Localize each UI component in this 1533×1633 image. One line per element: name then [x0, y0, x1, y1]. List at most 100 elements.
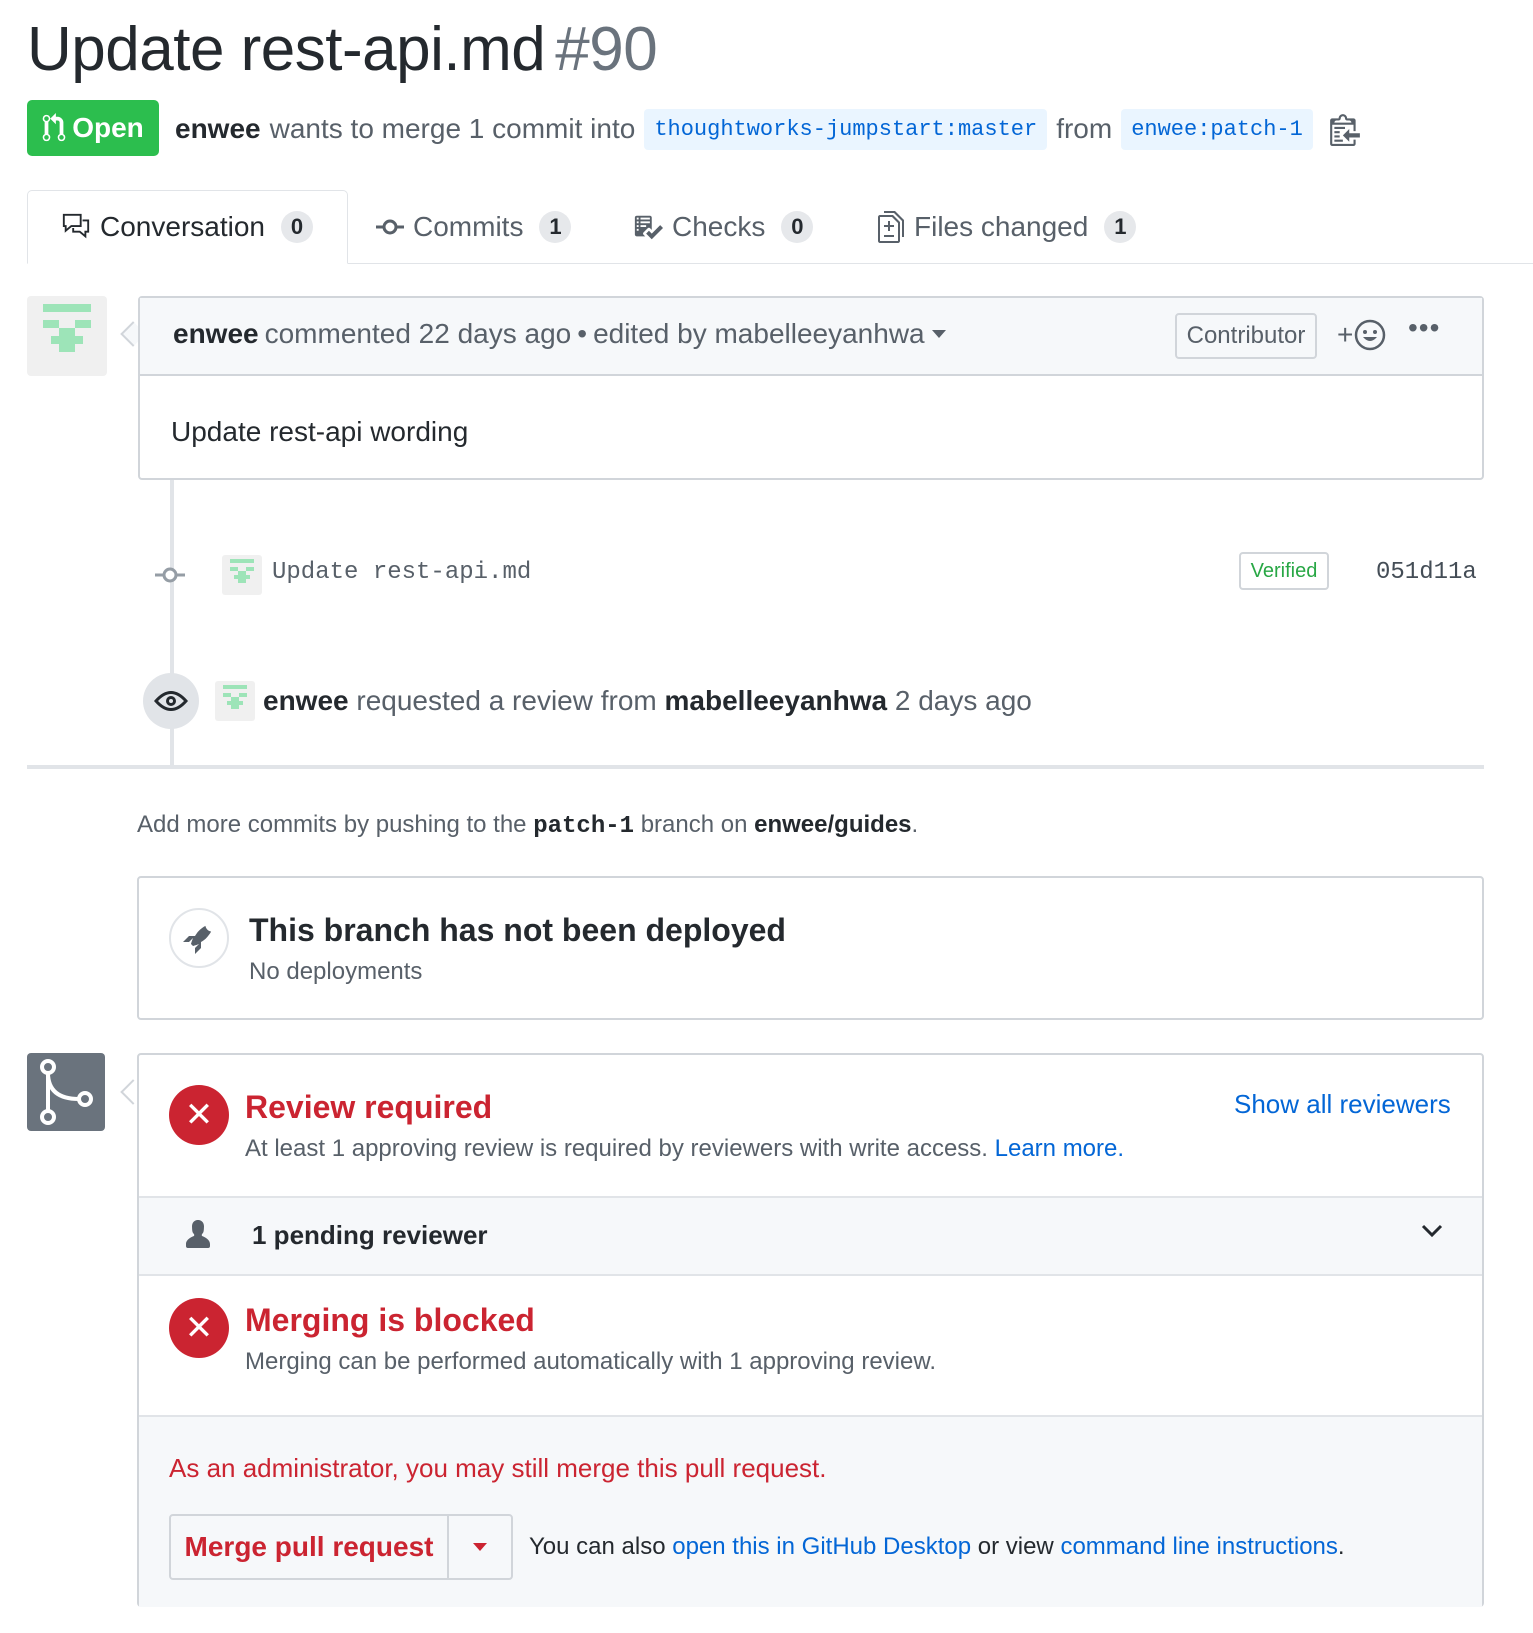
- merge-box: ✕ Review required At least 1 approving r…: [137, 1053, 1484, 1607]
- pr-title-text: Update rest-api.md: [27, 15, 546, 84]
- triangle-down-icon[interactable]: [931, 329, 947, 339]
- kebab-horizontal-icon[interactable]: •••: [1408, 312, 1440, 344]
- comment-card: enwee commented 22 days ago • edited by …: [138, 296, 1484, 480]
- comment-discussion-icon: [62, 213, 90, 239]
- comment-meta: enwee commented 22 days ago • edited by …: [173, 318, 947, 350]
- commit-message-link[interactable]: Update rest-api.md: [272, 559, 531, 586]
- pending-reviewers-toggle[interactable]: 1 pending reviewer: [139, 1198, 1482, 1274]
- avatar[interactable]: [27, 296, 107, 376]
- push-hint-prefix: Add more commits by pushing to the: [137, 811, 527, 838]
- git-commit-icon: [376, 219, 404, 235]
- diff-icon: [878, 211, 904, 243]
- merge-status-badge: [27, 1053, 105, 1131]
- clippy-icon[interactable]: [1329, 112, 1360, 146]
- git-commit-icon: [155, 567, 185, 583]
- tab-checks[interactable]: Checks 0: [632, 190, 814, 264]
- identicon: [230, 559, 254, 583]
- merge-actions: As an administrator, you may still merge…: [139, 1417, 1482, 1607]
- tab-commits-count: 1: [539, 211, 572, 243]
- tab-files-changed[interactable]: Files changed 1: [878, 190, 1137, 264]
- review-target-link[interactable]: mabelleeyanhwa: [665, 685, 888, 716]
- tab-commits[interactable]: Commits 1: [375, 190, 572, 264]
- pr-author-link[interactable]: enwee: [175, 113, 261, 145]
- git-pull-request-icon: [42, 113, 66, 142]
- comment-separator: •: [577, 318, 588, 349]
- person-icon: [186, 1220, 210, 1248]
- review-required-title: Review required: [245, 1089, 493, 1125]
- show-all-reviewers-link[interactable]: Show all reviewers: [1234, 1089, 1451, 1120]
- chevron-down-icon[interactable]: [1421, 1224, 1443, 1238]
- from-text: from: [1056, 113, 1113, 144]
- merge-button-group: Merge pull request: [169, 1514, 513, 1580]
- merge-divider: [139, 1274, 1482, 1276]
- reaction-plus: +: [1337, 319, 1354, 350]
- admin-note: As an administrator, you may still merge…: [169, 1453, 827, 1483]
- merge-method-dropdown[interactable]: [449, 1516, 511, 1578]
- rocket-badge: [169, 908, 229, 968]
- eye-icon: [154, 691, 188, 711]
- pr-state-badge: Open: [27, 100, 159, 156]
- alt-suffix: .: [1337, 1533, 1345, 1560]
- tab-conversation-count: 0: [280, 211, 313, 243]
- smiley-icon: [1355, 319, 1386, 351]
- eye-badge: [143, 673, 199, 729]
- git-merge-icon: [40, 1059, 93, 1125]
- review-request-text: enwee requested a review from mabelleeya…: [263, 685, 1032, 717]
- comment-time[interactable]: commented 22 days ago: [265, 318, 572, 350]
- learn-more-link[interactable]: Learn more.: [995, 1135, 1124, 1162]
- head-branch[interactable]: enwee:patch-1: [1121, 108, 1313, 150]
- comment-body: Update rest-api wording: [171, 416, 469, 447]
- tab-commits-label: Commits: [413, 211, 524, 242]
- push-hint-repo: enwee/guides: [754, 811, 912, 838]
- review-actor-link[interactable]: enwee: [263, 685, 349, 716]
- tab-files-count: 1: [1104, 211, 1137, 243]
- identicon: [43, 304, 91, 352]
- triangle-down-icon: [473, 1543, 487, 1551]
- pr-merge-text: wants to merge 1 commit into: [269, 113, 636, 144]
- contributor-badge: Contributor: [1175, 313, 1317, 359]
- commit-sha-link[interactable]: 051d11a: [1376, 559, 1477, 586]
- pr-state-label: Open: [72, 112, 144, 143]
- tab-checks-label: Checks: [672, 211, 766, 242]
- review-required-text: At least 1 approving review is required …: [245, 1135, 988, 1162]
- github-desktop-link[interactable]: open this in GitHub Desktop: [672, 1533, 971, 1560]
- x-icon: ✕: [169, 1298, 229, 1358]
- review-required-sub: At least 1 approving review is required …: [245, 1135, 1124, 1163]
- alt-prefix: You can also: [529, 1533, 666, 1560]
- push-hint-suffix: .: [911, 811, 919, 838]
- identicon: [223, 685, 247, 709]
- pr-title: Update rest-api.md #90: [27, 14, 658, 85]
- review-time[interactable]: 2 days ago: [895, 685, 1032, 716]
- avatar[interactable]: [215, 681, 255, 721]
- timeline-commit: Update rest-api.md Verified 051d11a: [150, 552, 1485, 595]
- deployment-title: This branch has not been deployed: [249, 912, 786, 948]
- tab-files-label: Files changed: [914, 211, 1089, 242]
- checklist-icon: [634, 215, 663, 240]
- alternative-merge-hint: You can also open this in GitHub Desktop…: [529, 1533, 1345, 1561]
- tab-conversation-label: Conversation: [100, 211, 265, 242]
- push-hint: Add more commits by pushing to the patch…: [137, 811, 918, 840]
- push-hint-branch: patch-1: [533, 813, 635, 840]
- pr-merge-summary: enwee wants to merge 1 commit into thoug…: [175, 107, 1360, 151]
- command-line-instructions-link[interactable]: command line instructions: [1060, 1533, 1337, 1560]
- merging-blocked-title: Merging is blocked: [245, 1302, 535, 1338]
- comment-author[interactable]: enwee: [173, 318, 259, 350]
- review-action: requested a review from: [356, 685, 657, 716]
- comment-edited[interactable]: edited by mabelleeyanhwa: [593, 318, 925, 350]
- rocket-icon: [183, 925, 212, 954]
- alt-middle: or view: [977, 1533, 1054, 1560]
- merge-pull-request-button[interactable]: Merge pull request: [171, 1516, 449, 1578]
- deployment-box: This branch has not been deployed No dep…: [137, 876, 1484, 1020]
- add-reaction-button[interactable]: +: [1337, 318, 1387, 352]
- x-icon: ✕: [169, 1085, 229, 1145]
- deployment-subtitle: No deployments: [249, 958, 423, 985]
- pr-number: #90: [555, 15, 658, 84]
- verified-badge[interactable]: Verified: [1239, 552, 1329, 590]
- comment-header: enwee commented 22 days ago • edited by …: [140, 298, 1482, 376]
- pending-reviewer-count: 1 pending reviewer: [252, 1220, 488, 1250]
- tab-conversation[interactable]: Conversation 0: [27, 190, 348, 264]
- avatar[interactable]: [222, 555, 262, 595]
- push-hint-middle: branch on: [640, 811, 748, 838]
- tab-checks-count: 0: [781, 211, 814, 243]
- base-branch[interactable]: thoughtworks-jumpstart:master: [644, 108, 1048, 150]
